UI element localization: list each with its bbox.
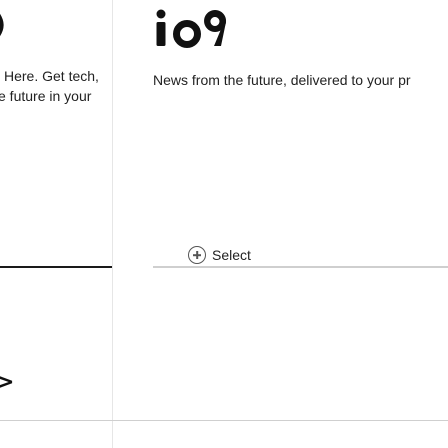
pane-divider [112, 0, 113, 448]
right-card-indicator [153, 266, 448, 268]
left-card-selected-indicator [0, 266, 112, 268]
io9-logo: io9 [156, 9, 227, 48]
site-tagline: News from the future, delivered to your … [153, 72, 411, 88]
left-card-description: Here. Get tech, e future in your [0, 66, 112, 106]
left-card-description-line1: Here. Get tech, [4, 68, 99, 84]
select-button-label: Select [212, 247, 251, 263]
select-button[interactable]: Select [188, 246, 251, 264]
left-card-next-logo: > [0, 370, 15, 395]
left-card-logo: ) [0, 12, 6, 38]
plus-circle-icon [188, 246, 206, 264]
left-card-description-line2: e future in your [0, 88, 92, 104]
bottom-divider [0, 420, 448, 421]
